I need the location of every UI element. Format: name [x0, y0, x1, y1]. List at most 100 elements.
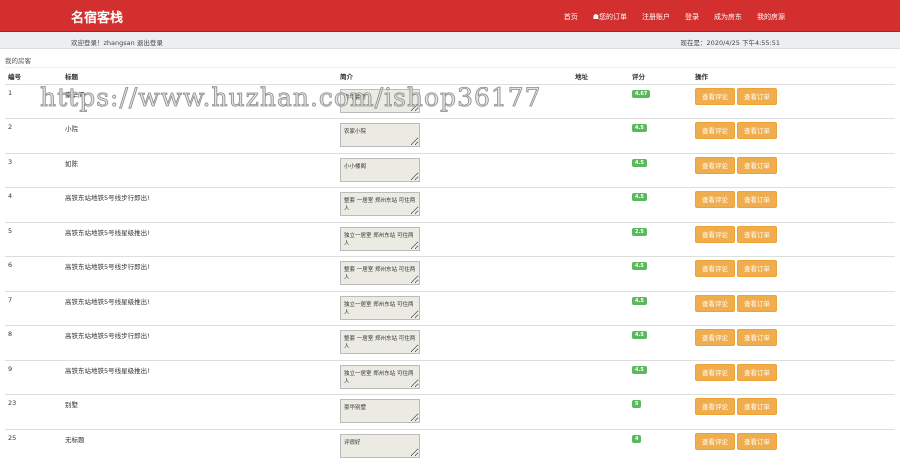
table-row: 4 高铁东站地铁5号线步行即出! 整套 一居室 郑州东站 可住两人 4.5 查看评论 查看…: [5, 187, 895, 222]
view-orders-button[interactable]: 查看订单: [737, 225, 777, 243]
status-bar: 欢迎登录！zhangsan 退出登录 现在是：2020/4/25 下午4:55:…: [0, 32, 900, 49]
intro-textarea[interactable]: 农家小院: [340, 123, 420, 147]
row-id: 8: [5, 325, 62, 360]
row-address: [572, 256, 629, 291]
view-orders-button[interactable]: 查看订单: [737, 363, 777, 381]
row-title: 高铁东站地铁5号线星级推出!: [62, 221, 337, 257]
intro-textarea[interactable]: 整套 一居室 郑州东站 可住两人: [340, 192, 420, 216]
col-intro: 简介: [340, 72, 353, 81]
view-comments-button[interactable]: 查看评论: [695, 432, 735, 450]
intro-textarea[interactable]: 独立一居室 郑州东站 可住两人: [340, 295, 420, 320]
view-comments-button[interactable]: 查看评论: [695, 294, 735, 312]
view-comments-button[interactable]: 查看评论: [695, 260, 735, 277]
nav-login[interactable]: 登录: [685, 12, 699, 22]
row-title: 别墅: [62, 394, 337, 429]
view-comments-button[interactable]: 查看评论: [695, 122, 735, 139]
row-title: 高铁东站地铁5号线步行即出!: [62, 187, 337, 222]
intro-textarea[interactable]: 整套 一居室 郑州东站 可住两人: [340, 330, 420, 354]
row-address: [572, 428, 629, 464]
row-address: [572, 152, 629, 188]
rating-badge: 4.5: [632, 262, 647, 270]
view-orders-button[interactable]: 查看订单: [737, 191, 777, 208]
row-address: [572, 83, 629, 119]
col-id: 编号: [8, 72, 21, 81]
view-comments-button[interactable]: 查看评论: [695, 225, 735, 243]
view-orders-button[interactable]: 查看订单: [737, 398, 777, 415]
view-comments-button[interactable]: 查看评论: [695, 156, 735, 174]
row-address: [572, 118, 629, 153]
col-address: 地址: [575, 72, 588, 81]
table-row: 3 如陈 小小楼阁 4.5 查看评论 查看订单: [5, 152, 895, 188]
rating-badge: 2.5: [632, 227, 647, 236]
view-orders-button[interactable]: 查看订单: [737, 260, 777, 277]
current-time: 现在是：2020/4/25 下午4:55:51: [680, 39, 780, 47]
view-orders-button[interactable]: 查看订单: [737, 432, 777, 450]
nav-my-listings[interactable]: 我的房源: [757, 12, 785, 22]
guest-table: 编号 标题 简介 地址 评分 操作 1 豪华间 豪华套房 4.67 查看评论 查看订单 2 小…: [5, 68, 895, 464]
view-orders-button[interactable]: 查看订单: [737, 122, 777, 139]
row-address: [572, 359, 629, 395]
table-row: 5 高铁东站地铁5号线星级推出! 独立一居室 郑州东站 可住两人 2.5 查看评论 查看订…: [5, 221, 895, 257]
row-id: 4: [5, 187, 62, 222]
row-id: 3: [5, 152, 62, 188]
intro-textarea[interactable]: 小小楼阁: [340, 157, 420, 182]
table-row: 6 高铁东站地铁5号线步行即出! 整套 一居室 郑州东站 可住两人 4.5 查看评论 查看…: [5, 256, 895, 291]
row-title: 高铁东站地铁5号线步行即出!: [62, 325, 337, 360]
row-title: 无标题: [62, 428, 337, 464]
nav-become-host[interactable]: 成为房东: [714, 12, 742, 22]
welcome-text[interactable]: 欢迎登录！zhangsan 退出登录: [71, 37, 163, 47]
row-id: 9: [5, 359, 62, 395]
row-title: 高铁东站地铁5号线步行即出!: [62, 256, 337, 291]
main-nav: 首页 ☗您的订单 注册账户 登录 成为房东 我的房源: [564, 12, 785, 22]
row-id: 5: [5, 221, 62, 257]
rating-badge: 4.67: [632, 89, 651, 98]
col-rating: 评分: [632, 72, 645, 81]
row-address: [572, 187, 629, 222]
view-orders-button[interactable]: 查看订单: [737, 156, 777, 174]
view-comments-button[interactable]: 查看评论: [695, 87, 735, 105]
section-title: 我的房客: [5, 57, 31, 65]
table-row: 1 豪华间 豪华套房 4.67 查看评论 查看订单: [5, 83, 895, 119]
row-title: 小院: [62, 118, 337, 153]
row-address: [572, 221, 629, 257]
row-title: 豪华间: [62, 83, 337, 119]
intro-textarea[interactable]: 独立一居室 郑州东站 可住两人: [340, 226, 420, 251]
row-address: [572, 290, 629, 326]
row-id: 6: [5, 256, 62, 291]
intro-textarea[interactable]: 评很好: [340, 433, 420, 458]
view-comments-button[interactable]: 查看评论: [695, 398, 735, 415]
view-orders-button[interactable]: 查看订单: [737, 87, 777, 105]
table-row: 25 无标题 评很好 4 查看评论 查看订单: [5, 428, 895, 464]
nav-home[interactable]: 首页: [564, 12, 578, 22]
rating-badge: 4.5: [632, 365, 647, 374]
rating-badge: 4.5: [632, 124, 647, 132]
table-row: 7 高铁东站地铁5号线星级推出! 独立一居室 郑州东站 可住两人 4.5 查看评论 查看订…: [5, 290, 895, 326]
table-row: 23 别墅 豪华别墅 5 查看评论 查看订单: [5, 394, 895, 429]
rating-badge: 4.5: [632, 158, 647, 167]
nav-register[interactable]: 注册账户: [642, 12, 670, 22]
col-title: 标题: [65, 72, 78, 81]
row-id: 7: [5, 290, 62, 326]
row-title: 高铁东站地铁5号线星级推出!: [62, 290, 337, 326]
view-orders-button[interactable]: 查看订单: [737, 329, 777, 346]
table-row: 9 高铁东站地铁5号线星级推出! 独立一居室 郑州东站 可住两人 4.5 查看评论 查看订…: [5, 359, 895, 395]
intro-textarea[interactable]: 整套 一居室 郑州东站 可住两人: [340, 261, 420, 285]
rating-badge: 4.5: [632, 193, 647, 201]
rating-badge: 4: [632, 434, 642, 443]
rating-badge: 4.5: [632, 296, 647, 305]
view-comments-button[interactable]: 查看评论: [695, 363, 735, 381]
rating-badge: 4.5: [632, 331, 647, 339]
intro-textarea[interactable]: 豪华别墅: [340, 399, 420, 423]
row-title: 如陈: [62, 152, 337, 188]
intro-textarea[interactable]: 豪华套房: [340, 88, 420, 113]
view-comments-button[interactable]: 查看评论: [695, 329, 735, 346]
view-orders-button[interactable]: 查看订单: [737, 294, 777, 312]
table-row: 2 小院 农家小院 4.5 查看评论 查看订单: [5, 118, 895, 153]
col-actions: 操作: [695, 72, 708, 81]
site-logo[interactable]: 名宿客栈: [71, 7, 123, 26]
table-row: 8 高铁东站地铁5号线步行即出! 整套 一居室 郑州东站 可住两人 4.5 查看评论 查看…: [5, 325, 895, 360]
row-id: 23: [5, 394, 62, 429]
intro-textarea[interactable]: 独立一居室 郑州东站 可住两人: [340, 364, 420, 389]
view-comments-button[interactable]: 查看评论: [695, 191, 735, 208]
nav-orders[interactable]: ☗您的订单: [593, 12, 627, 22]
